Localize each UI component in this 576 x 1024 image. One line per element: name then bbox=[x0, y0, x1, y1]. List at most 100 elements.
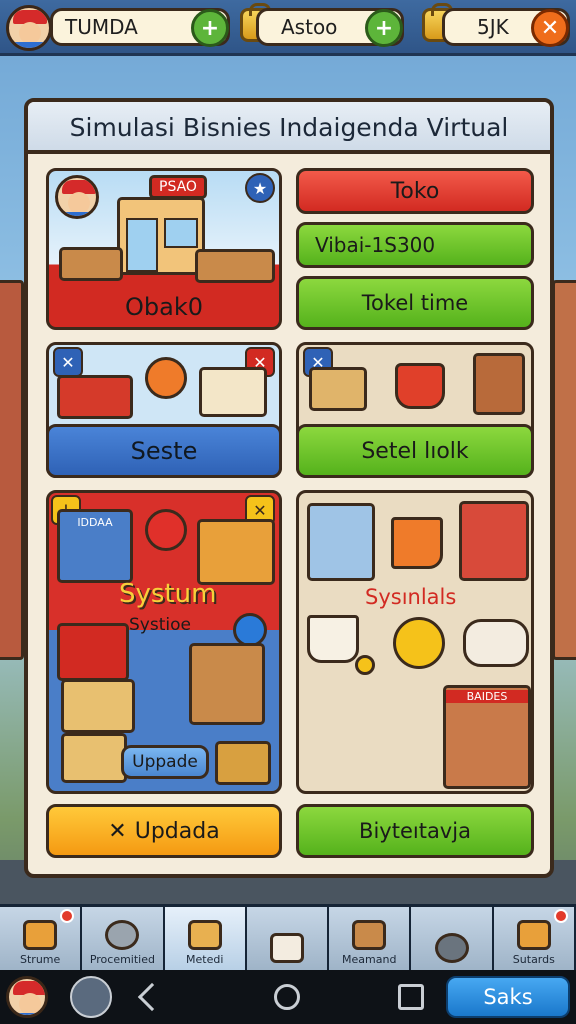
system-subtitle: Systioe bbox=[129, 615, 191, 635]
update-label: Updada bbox=[134, 818, 220, 844]
shopkeeper-avatar bbox=[55, 175, 99, 219]
shelf-icon bbox=[473, 353, 525, 415]
meat-crate-icon bbox=[57, 375, 133, 419]
mini-shop-sign: IDDAA bbox=[60, 516, 130, 529]
seste-button[interactable]: Seste bbox=[46, 424, 282, 478]
tab-materials-label: Metedi bbox=[186, 953, 224, 966]
shop-sign: PSAO bbox=[149, 175, 207, 199]
bread-basket-icon bbox=[197, 519, 275, 585]
tab-demand-label: Meamand bbox=[342, 953, 397, 966]
tools-icon: ✕ bbox=[53, 347, 83, 377]
tab-process[interactable]: Procemitied bbox=[82, 907, 165, 970]
kiosk-sign-text: BAIDES bbox=[466, 690, 508, 703]
setel-label: Setel lıolk bbox=[361, 438, 469, 464]
shopping-cart-icon bbox=[391, 517, 443, 569]
gear-icon bbox=[434, 933, 469, 963]
panel-title: Simulasi Bisnies Indaigenda Virtual bbox=[28, 102, 550, 154]
basket-icon bbox=[215, 741, 271, 785]
coin-count: 5JK bbox=[477, 15, 509, 39]
glove-icon bbox=[187, 920, 222, 950]
compass-icon[interactable] bbox=[70, 976, 112, 1018]
shop-name: Obak0 bbox=[125, 293, 203, 321]
mini-shop-icon: IDDAA bbox=[57, 509, 133, 583]
star-icon: ★ bbox=[245, 173, 275, 203]
machine-icon bbox=[105, 920, 140, 950]
system-title: Systum bbox=[119, 579, 217, 609]
shop-card[interactable]: ★ PSAO Obak0 bbox=[46, 168, 282, 330]
add-player-button[interactable]: + bbox=[191, 9, 229, 47]
fruit-icon bbox=[145, 357, 187, 399]
tab-settings[interactable] bbox=[411, 907, 494, 970]
upgrade-label: Uppade bbox=[132, 752, 198, 772]
tab-box[interactable] bbox=[246, 907, 330, 970]
business-button[interactable]: Biyteıtavja bbox=[296, 804, 534, 858]
market-card[interactable]: Sysınlals BAIDES bbox=[296, 490, 534, 794]
plant-pot-icon bbox=[395, 363, 445, 409]
setel-button[interactable]: Setel lıolk bbox=[296, 424, 534, 478]
seste-label: Seste bbox=[130, 437, 198, 465]
system-card[interactable]: ! ✕ IDDAA Systum Systioe Uppade bbox=[46, 490, 282, 794]
value-display-button[interactable]: Vibai-1S300 bbox=[296, 222, 534, 268]
resource-pill: Astoo + bbox=[256, 8, 404, 47]
market-title: Sysınlals bbox=[365, 585, 457, 609]
tab-demand[interactable]: Meamand bbox=[329, 907, 412, 970]
mini-shop-sign-text: IDDAA bbox=[77, 516, 113, 529]
tab-materials[interactable]: Metedi bbox=[164, 907, 247, 970]
back-icon[interactable] bbox=[137, 982, 167, 1012]
toko-label: Toko bbox=[390, 178, 440, 204]
ticket-time-label: Tokel time bbox=[361, 291, 469, 315]
main-panel: Simulasi Bisnies Indaigenda Virtual ★ PS… bbox=[24, 98, 554, 878]
sun-badge-icon bbox=[393, 617, 445, 669]
counter-left bbox=[59, 247, 123, 281]
shop-sign-text: PSAO bbox=[159, 179, 197, 195]
coffee-cup-icon bbox=[307, 615, 359, 663]
gold-coin-icon bbox=[355, 655, 375, 675]
system-nav-bar: Saks bbox=[0, 970, 576, 1024]
background-building-left bbox=[0, 280, 24, 660]
ticket-time-button[interactable]: Tokel time bbox=[296, 276, 534, 330]
box-icon bbox=[269, 933, 304, 963]
cash-register-icon bbox=[199, 367, 267, 417]
crate-icon bbox=[352, 920, 387, 950]
fruit-crate-icon bbox=[57, 623, 129, 681]
kiosk-sign: BAIDES bbox=[446, 690, 528, 703]
tab-standards-label: Sutards bbox=[512, 953, 555, 966]
tab-process-label: Procemitied bbox=[89, 953, 155, 966]
player-avatar[interactable] bbox=[6, 5, 52, 51]
value-label: Vibai-1S300 bbox=[315, 233, 436, 257]
profile-avatar[interactable] bbox=[6, 976, 48, 1018]
stall-shelf-icon bbox=[459, 501, 529, 581]
bomb-icon bbox=[233, 613, 267, 647]
kiosk-icon: BAIDES bbox=[443, 685, 531, 789]
background-building-right bbox=[552, 280, 576, 660]
update-icon: ✕ bbox=[108, 818, 127, 844]
tab-storage[interactable]: Strume bbox=[0, 907, 83, 970]
bread-sack-icon bbox=[463, 619, 529, 667]
saks-label: Saks bbox=[483, 985, 533, 1009]
upgrade-button[interactable]: Uppade bbox=[121, 745, 209, 779]
bottom-tab-bar: Strume Procemitied Metedi Meamand Sutard… bbox=[0, 904, 576, 970]
counter-right bbox=[195, 249, 275, 283]
tomato-icon bbox=[145, 509, 187, 551]
player-name-pill: TUMDA + bbox=[50, 8, 230, 47]
top-resource-bar: TUMDA + Astoo + 5JK ✕ bbox=[0, 0, 576, 56]
update-button[interactable]: ✕ Updada bbox=[46, 804, 282, 858]
recents-icon[interactable] bbox=[398, 984, 424, 1010]
bucket-icon bbox=[23, 920, 58, 950]
business-label: Biyteıtavja bbox=[359, 819, 471, 843]
resource-label: Astoo bbox=[281, 15, 338, 39]
add-resource-button[interactable]: + bbox=[365, 9, 403, 47]
notification-dot bbox=[60, 909, 75, 923]
notification-dot-2 bbox=[553, 909, 568, 923]
open-box-icon bbox=[516, 920, 551, 950]
cardboard-box-icon bbox=[61, 679, 135, 733]
tab-storage-label: Strume bbox=[20, 953, 61, 966]
close-button[interactable]: ✕ bbox=[531, 9, 569, 47]
toko-button[interactable]: Toko bbox=[296, 168, 534, 214]
saks-button[interactable]: Saks bbox=[446, 976, 570, 1018]
home-icon[interactable] bbox=[274, 984, 300, 1010]
boxes-icon bbox=[309, 367, 367, 411]
shop-building bbox=[117, 197, 205, 275]
tab-standards[interactable]: Sutards bbox=[493, 907, 576, 970]
player-name: TUMDA bbox=[65, 15, 138, 39]
